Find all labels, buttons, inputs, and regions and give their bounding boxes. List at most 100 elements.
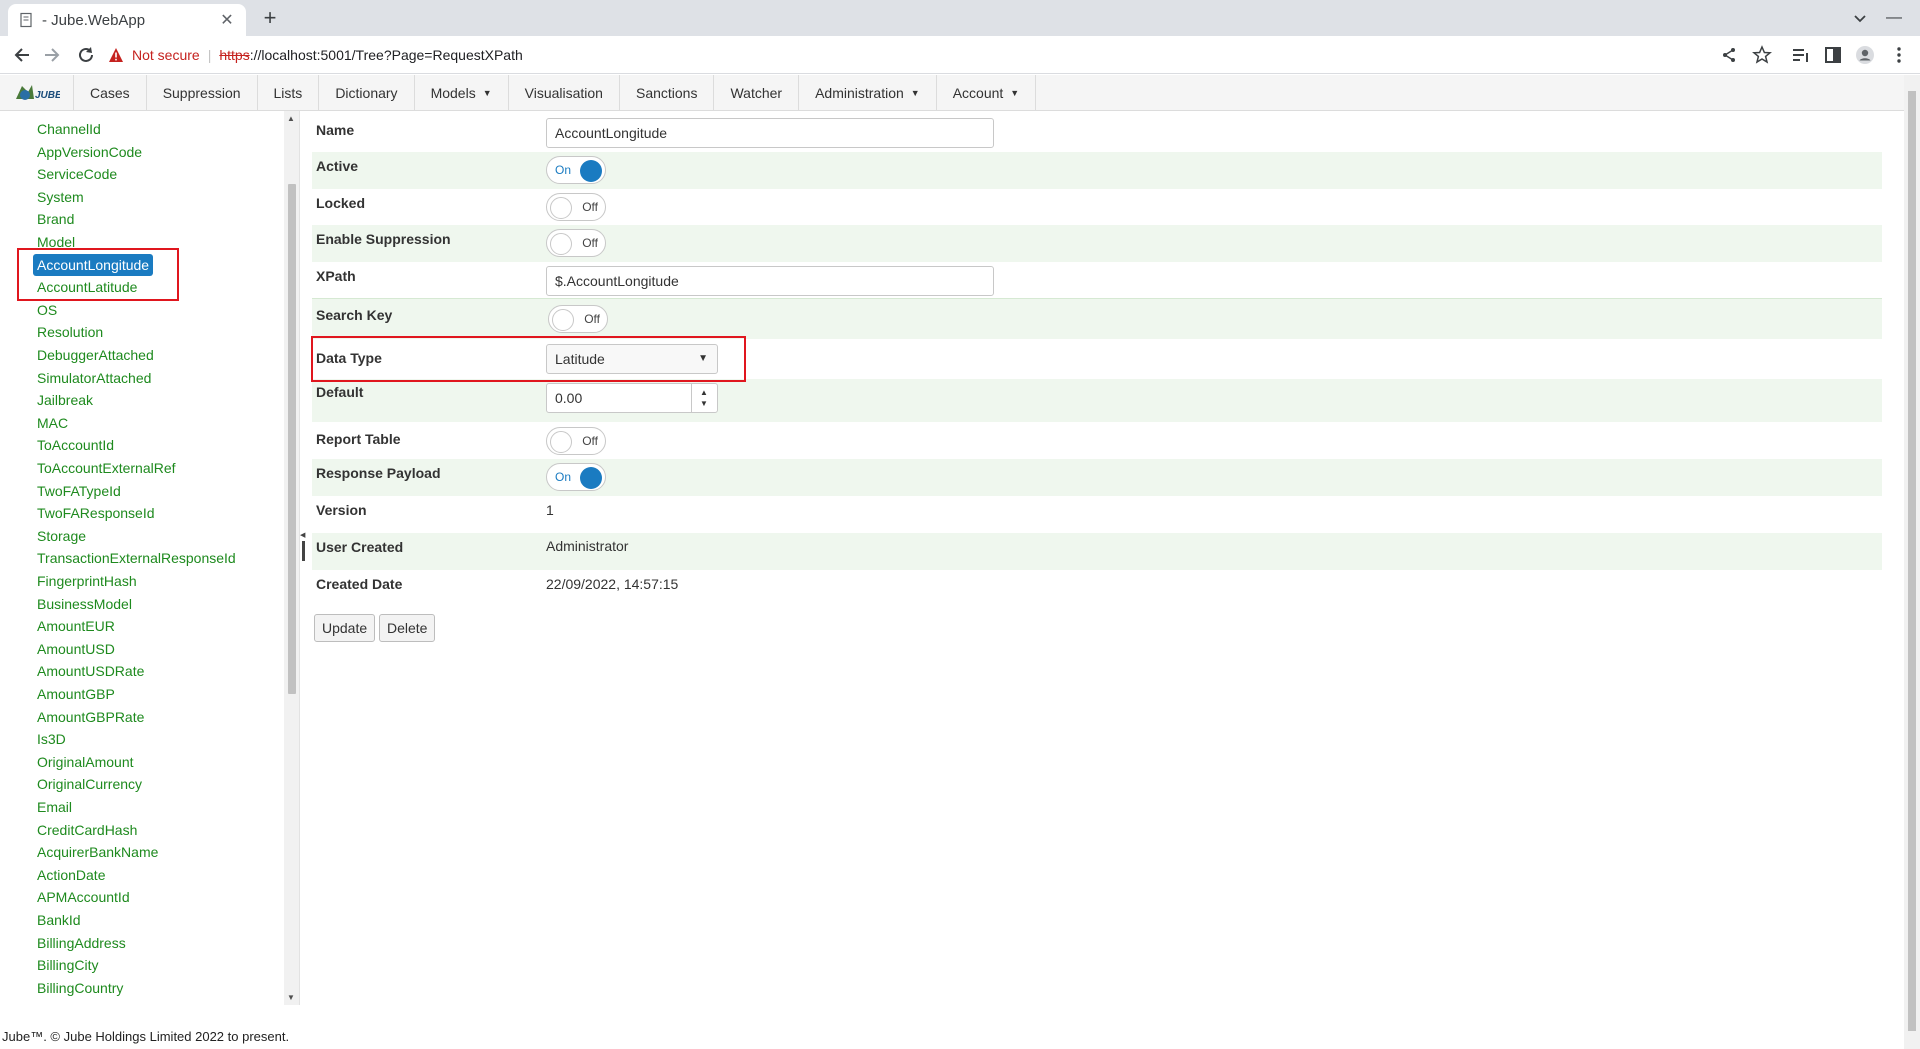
- created-date-value: 22/09/2022, 14:57:15: [546, 576, 679, 592]
- side-panel-icon[interactable]: [1823, 45, 1843, 65]
- active-toggle[interactable]: On: [546, 156, 606, 184]
- version-value: 1: [546, 502, 554, 518]
- tree-item[interactable]: AmountGBPRate: [37, 707, 144, 727]
- tree-item[interactable]: OriginalAmount: [37, 752, 134, 772]
- browser-tab[interactable]: - Jube.WebApp ✕: [8, 4, 246, 36]
- menu-administration[interactable]: Administration ▼: [799, 75, 937, 110]
- tree-item[interactable]: TwoFATypeId: [37, 481, 121, 501]
- tree-item[interactable]: BusinessModel: [37, 594, 132, 614]
- close-tab-icon[interactable]: ✕: [218, 10, 236, 30]
- menu-cases[interactable]: Cases: [74, 75, 147, 110]
- tree-item[interactable]: AmountGBP: [37, 684, 115, 704]
- menu-suppression[interactable]: Suppression: [147, 75, 258, 110]
- panel-splitter[interactable]: ◀: [300, 111, 308, 1005]
- tree-item[interactable]: Storage: [37, 526, 86, 546]
- enable-suppression-toggle[interactable]: Off: [546, 229, 606, 257]
- default-number-input[interactable]: 0.00 ▲ ▼: [546, 383, 718, 413]
- bookmark-star-icon[interactable]: [1752, 45, 1772, 65]
- forward-icon[interactable]: [42, 45, 62, 65]
- row-created-date: Created Date 22/09/2022, 14:57:15: [316, 576, 679, 592]
- not-secure-label[interactable]: Not secure: [132, 47, 200, 63]
- tree-item[interactable]: AcquirerBankName: [37, 842, 158, 862]
- jube-logo[interactable]: JUBE: [0, 75, 74, 110]
- tree-item[interactable]: DebuggerAttached: [37, 345, 154, 365]
- share-icon[interactable]: [1719, 45, 1739, 65]
- delete-button[interactable]: Delete: [379, 614, 436, 642]
- search-key-toggle[interactable]: Off: [548, 305, 608, 333]
- tree-item[interactable]: ChannelId: [37, 119, 101, 139]
- tab-search-icon[interactable]: [1850, 8, 1870, 28]
- app-menu-bar: JUBE Cases Suppression Lists Dictionary …: [0, 75, 1904, 111]
- tree-item[interactable]: CreditCardHash: [37, 820, 137, 840]
- number-spinner[interactable]: ▲ ▼: [691, 384, 717, 412]
- tree-item[interactable]: ToAccountId: [37, 435, 114, 455]
- tree-item[interactable]: Brand: [37, 209, 74, 229]
- menu-account[interactable]: Account ▼: [937, 75, 1037, 110]
- reload-icon[interactable]: [76, 45, 96, 65]
- scroll-up-icon[interactable]: ▲: [287, 114, 295, 123]
- tree-item[interactable]: TwoFAResponseId: [37, 503, 155, 523]
- page-icon: [20, 12, 32, 28]
- menu-lists[interactable]: Lists: [258, 75, 320, 110]
- tree-item[interactable]: SimulatorAttached: [37, 368, 151, 388]
- tree-item[interactable]: AmountUSD: [37, 639, 115, 659]
- xpath-input[interactable]: $.AccountLongitude: [546, 266, 994, 296]
- report-table-toggle[interactable]: Off: [546, 427, 606, 455]
- tree-item[interactable]: ToAccountExternalRef: [37, 458, 176, 478]
- reading-list-icon[interactable]: [1790, 45, 1810, 65]
- locked-toggle[interactable]: Off: [546, 193, 606, 221]
- tree-item[interactable]: BillingAddress: [37, 933, 126, 953]
- tree-item[interactable]: AmountUSDRate: [37, 661, 144, 681]
- menu-sanctions[interactable]: Sanctions: [620, 75, 715, 110]
- tree-item[interactable]: MAC: [37, 413, 68, 433]
- tab-title: - Jube.WebApp: [42, 11, 146, 29]
- tree-item[interactable]: ServiceCode: [37, 164, 117, 184]
- dictionary-tree: ChannelId AppVersionCode ServiceCode System…: [0, 111, 300, 1005]
- tree-item[interactable]: Jailbreak: [37, 390, 93, 410]
- tree-item[interactable]: Email: [37, 797, 72, 817]
- spin-down-icon[interactable]: ▼: [700, 400, 708, 408]
- row-user-created: User Created Administrator: [312, 533, 1882, 570]
- tree-item[interactable]: TransactionExternalResponseId: [37, 548, 236, 568]
- tree-item[interactable]: System: [37, 187, 84, 207]
- spin-up-icon[interactable]: ▲: [700, 389, 708, 397]
- tree-item[interactable]: Resolution: [37, 322, 103, 342]
- tree-item[interactable]: ActionDate: [37, 865, 105, 885]
- page-scroll-thumb[interactable]: [1908, 91, 1916, 1031]
- menu-watcher[interactable]: Watcher: [714, 75, 800, 110]
- collapse-arrow-icon[interactable]: ◀: [300, 531, 305, 539]
- profile-avatar-icon[interactable]: [1855, 45, 1875, 65]
- tree-item[interactable]: OriginalCurrency: [37, 774, 142, 794]
- menu-models[interactable]: Models ▼: [415, 75, 509, 110]
- browser-menu-icon[interactable]: [1889, 45, 1909, 65]
- splitter-grip[interactable]: [302, 541, 305, 561]
- menu-dictionary[interactable]: Dictionary: [319, 75, 415, 110]
- back-icon[interactable]: [12, 45, 32, 65]
- tree-item[interactable]: OS: [37, 300, 57, 320]
- response-payload-toggle[interactable]: On: [546, 463, 606, 491]
- menu-visualisation[interactable]: Visualisation: [509, 75, 620, 110]
- scroll-down-icon[interactable]: ▼: [287, 993, 295, 1002]
- tree-item[interactable]: AmountEUR: [37, 616, 115, 636]
- row-report-table: Report Table Off: [312, 422, 1882, 459]
- address-bar[interactable]: Not secure | https://localhost:5001/Tree…: [108, 40, 1728, 70]
- tree-item[interactable]: APMAccountId: [37, 887, 130, 907]
- tree-item[interactable]: BillingCountry: [37, 978, 123, 998]
- window-minimize-icon[interactable]: —: [1882, 6, 1906, 30]
- url-scheme: https: [219, 47, 250, 63]
- caret-down-icon: ▼: [482, 87, 492, 98]
- tree-item[interactable]: AppVersionCode: [37, 142, 142, 162]
- footer-copyright: Jube™. © Jube Holdings Limited 2022 to p…: [2, 1029, 290, 1044]
- tree-item[interactable]: BillingCity: [37, 955, 98, 975]
- tree-scrollbar[interactable]: ▲ ▼: [284, 111, 299, 1005]
- update-button[interactable]: Update: [314, 614, 376, 642]
- tree-item[interactable]: FingerprintHash: [37, 571, 137, 591]
- new-tab-button[interactable]: +: [256, 5, 284, 33]
- tree-scroll-thumb[interactable]: [288, 184, 296, 694]
- name-input[interactable]: AccountLongitude: [546, 118, 994, 148]
- tree-item[interactable]: BankId: [37, 910, 81, 930]
- caret-down-icon: ▼: [910, 87, 920, 98]
- tree-item[interactable]: Is3D: [37, 729, 66, 749]
- row-version: Version 1: [316, 502, 554, 518]
- page-scrollbar[interactable]: [1904, 75, 1920, 1049]
